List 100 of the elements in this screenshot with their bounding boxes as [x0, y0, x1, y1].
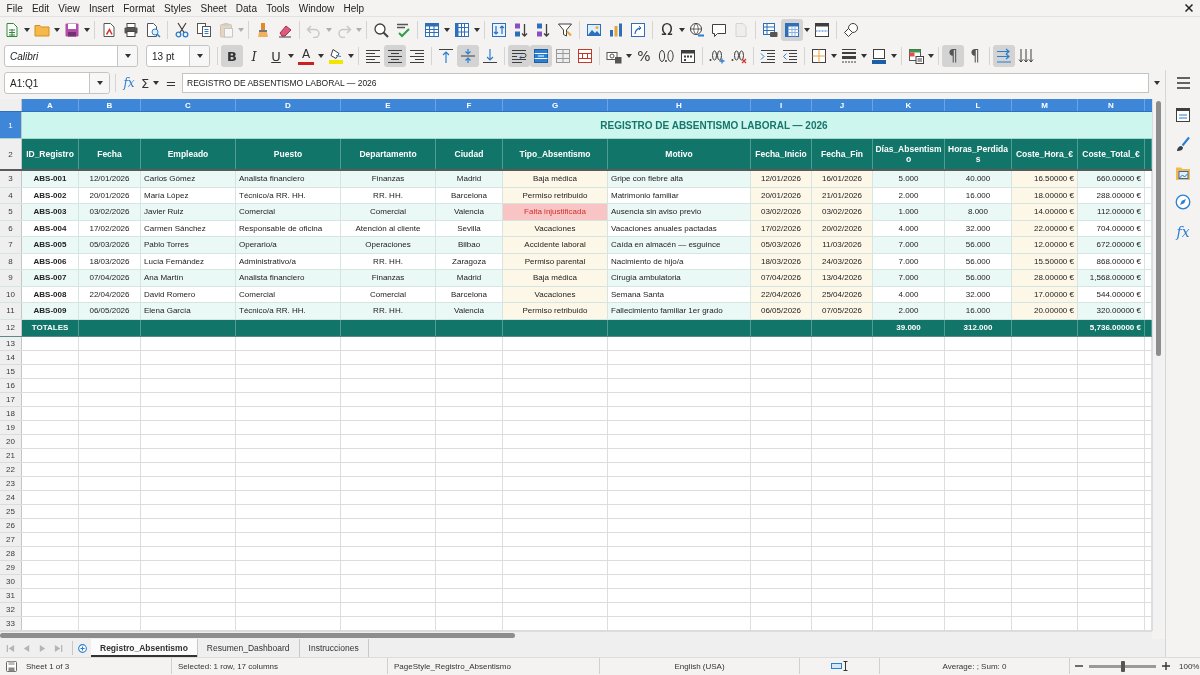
row-header[interactable]: 1	[0, 112, 22, 138]
sheet-tab[interactable]: Registro_Absentismo	[91, 639, 198, 657]
caret-icon[interactable]	[861, 54, 867, 58]
align-top-icon[interactable]	[438, 48, 454, 64]
bold-button[interactable]: B	[221, 45, 243, 67]
delete-decimal-icon[interactable]	[731, 48, 747, 64]
column-header[interactable]: C	[141, 99, 236, 111]
paint-brush-icon[interactable]	[1175, 136, 1191, 152]
down-arrows-icon[interactable]	[1018, 48, 1034, 64]
caret-icon[interactable]	[891, 54, 897, 58]
plus-circle-icon[interactable]	[78, 643, 87, 653]
vertical-scrollbar[interactable]	[1152, 99, 1163, 631]
zoom-slider-thumb[interactable]	[1120, 660, 1125, 672]
font-name-field[interactable]: Calibri	[4, 45, 138, 67]
sheet-tab[interactable]: Instrucciones	[299, 639, 369, 657]
column-header[interactable]: A	[22, 99, 79, 111]
percent-format-button[interactable]: %	[633, 45, 655, 67]
align-left-icon[interactable]	[365, 48, 381, 64]
dropdown-button[interactable]	[89, 73, 109, 93]
number-format-icon[interactable]	[658, 48, 674, 64]
menu-item[interactable]: Format	[118, 1, 160, 15]
search-icon[interactable]	[373, 21, 389, 38]
calendar-icon[interactable]	[680, 48, 696, 64]
bar-chart-icon[interactable]	[608, 21, 624, 38]
caret-icon[interactable]	[84, 27, 90, 32]
border-color-icon[interactable]	[871, 48, 887, 64]
caret-icon[interactable]	[928, 54, 934, 58]
line-style-icon[interactable]	[841, 48, 857, 64]
table-rows-icon[interactable]	[424, 21, 440, 38]
table-grid-icon[interactable]	[781, 18, 803, 41]
caret-icon[interactable]	[196, 54, 203, 58]
table-columns-icon[interactable]	[454, 21, 470, 38]
font-color-button[interactable]: A	[298, 47, 314, 65]
document-icon[interactable]	[101, 21, 117, 38]
spreadsheet-icon[interactable]	[4, 21, 20, 38]
wrap-text-icon[interactable]	[508, 45, 530, 67]
column-header[interactable]: D	[236, 99, 341, 111]
row-header[interactable]: 9	[0, 270, 22, 286]
caret-icon[interactable]	[626, 54, 632, 58]
globe-icon[interactable]	[689, 21, 705, 38]
column-header[interactable]: B	[79, 99, 141, 111]
two-pages-icon[interactable]	[196, 21, 212, 38]
align-bottom-icon[interactable]	[482, 48, 498, 64]
column-header[interactable]: M	[1012, 99, 1078, 111]
column-header[interactable]: L	[945, 99, 1012, 111]
row-header[interactable]: 3	[0, 171, 22, 187]
column-header[interactable]: I	[751, 99, 812, 111]
indent-increase-icon[interactable]	[760, 48, 776, 64]
paintbrush-icon[interactable]	[255, 21, 271, 38]
compass-icon[interactable]	[1175, 194, 1191, 210]
name-box-field[interactable]: A1:Q1	[4, 72, 110, 94]
caret-icon[interactable]	[124, 54, 131, 58]
sort-descending-icon[interactable]	[535, 21, 551, 38]
document-magnifier-icon[interactable]	[145, 21, 161, 38]
menu-item[interactable]: View	[53, 1, 85, 15]
caret-icon[interactable]	[804, 27, 810, 32]
menu-item[interactable]: Sheet	[195, 1, 232, 15]
merge-center-icon[interactable]	[530, 45, 552, 67]
font-size-field[interactable]: 13 pt	[146, 45, 210, 67]
left-to-right-button[interactable]: ¶	[942, 45, 964, 67]
dropdown-button[interactable]	[117, 46, 137, 66]
caret-icon[interactable]	[348, 54, 354, 58]
zoom-out-icon[interactable]	[1075, 662, 1083, 670]
printer-icon[interactable]	[123, 21, 139, 38]
formula-input-field[interactable]: REGISTRO DE ABSENTISMO LABORAL — 2026	[182, 73, 1149, 93]
speech-bubble-icon[interactable]	[711, 21, 727, 38]
menu-item[interactable]: Insert	[84, 1, 119, 15]
caret-icon[interactable]	[679, 27, 685, 32]
funnel-icon[interactable]	[557, 21, 573, 38]
properties-panel-icon[interactable]	[1175, 107, 1191, 123]
italic-button[interactable]: I	[243, 45, 265, 67]
zoom-in-icon[interactable]	[1162, 662, 1170, 670]
column-header[interactable]: H	[608, 99, 751, 111]
caret-icon[interactable]	[54, 27, 60, 32]
special-character-button[interactable]: Ω	[656, 18, 678, 41]
column-header[interactable]: J	[812, 99, 873, 111]
caret-icon[interactable]	[288, 54, 294, 58]
picture-icon[interactable]	[586, 21, 602, 38]
menu-item[interactable]: Edit	[27, 1, 54, 15]
column-header[interactable]: K	[873, 99, 945, 111]
column-header[interactable]: F	[436, 99, 503, 111]
conditional-format-icon[interactable]	[908, 48, 924, 64]
sheet-tab[interactable]: Resumen_Dashboard	[197, 639, 300, 657]
menu-item[interactable]: Styles	[159, 1, 196, 15]
menu-item[interactable]: Tools	[261, 1, 295, 15]
dropdown-button[interactable]	[189, 46, 209, 66]
column-header[interactable]: N	[1078, 99, 1145, 111]
menu-item[interactable]: Help	[338, 1, 369, 15]
zoom-level[interactable]: 100%	[1179, 661, 1200, 671]
borders-icon[interactable]	[811, 48, 827, 64]
formula-button[interactable]: =	[163, 72, 179, 94]
row-header[interactable]: 2	[0, 139, 22, 169]
picture-folder-icon[interactable]	[1175, 165, 1191, 181]
caret-icon[interactable]	[474, 27, 480, 32]
sort-ascending-icon[interactable]	[513, 21, 529, 38]
caret-icon[interactable]	[1154, 81, 1160, 85]
sum-button[interactable]: Σ	[138, 72, 152, 94]
spellcheck-icon[interactable]	[395, 21, 411, 38]
unmerge-cells-icon[interactable]	[555, 48, 571, 64]
sort-icon[interactable]	[491, 21, 507, 38]
